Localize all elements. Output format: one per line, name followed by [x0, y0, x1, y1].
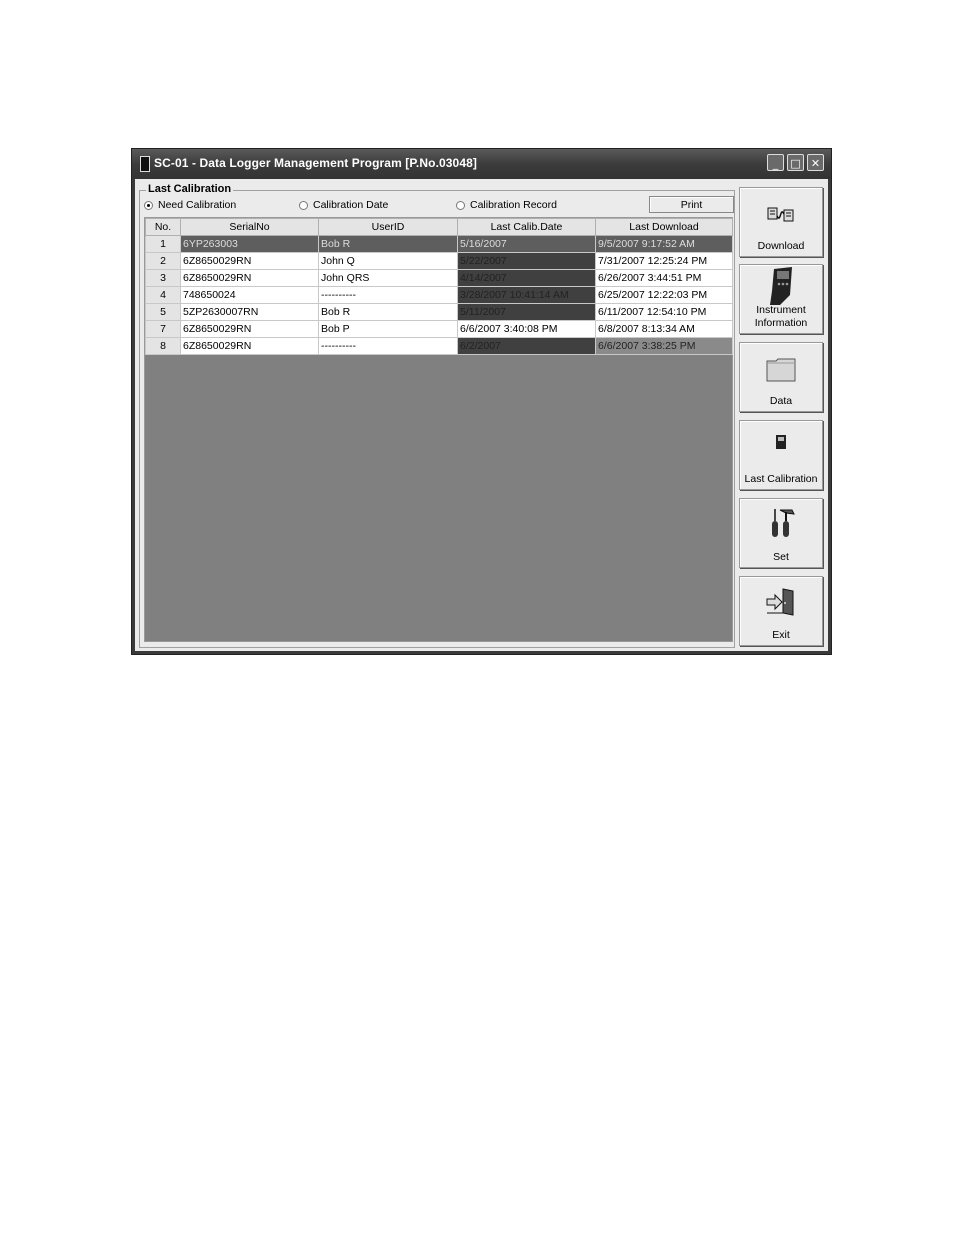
- cell-serial: 6Z8650029RN: [180, 252, 319, 270]
- cell-user: ----------: [318, 286, 458, 304]
- col-header-no[interactable]: No.: [145, 218, 181, 236]
- calibration-table: No. SerialNo UserID Last Calib.Date Last…: [145, 218, 733, 355]
- radio-unselected-icon: [299, 200, 308, 210]
- button-label: Instrument Information: [754, 304, 808, 329]
- cell-last-download: 6/25/2007 12:22:03 PM: [595, 286, 733, 304]
- radio-selected-icon: [144, 200, 153, 210]
- cell-serial: 748650024: [180, 286, 319, 304]
- col-header-serial[interactable]: SerialNo: [180, 218, 319, 236]
- button-label: Download: [757, 240, 805, 252]
- button-label: Exit: [772, 629, 790, 641]
- minimize-button[interactable]: _: [767, 154, 784, 171]
- cell-serial: 6Z8650029RN: [180, 320, 319, 338]
- cell-user: John QRS: [318, 269, 458, 287]
- table-row[interactable]: 7 6Z8650029RN Bob P 6/6/2007 3:40:08 PM …: [145, 320, 733, 338]
- cell-last-download: 6/8/2007 8:13:34 AM: [595, 320, 733, 338]
- print-button[interactable]: Print: [649, 196, 734, 213]
- cell-serial: 5ZP2630007RN: [180, 303, 319, 321]
- cell-calib-date: 5/11/2007: [457, 303, 596, 321]
- cell-user: Bob R: [318, 303, 458, 321]
- button-label: Set: [773, 551, 789, 563]
- window-title: SC-01 - Data Logger Management Program […: [154, 156, 477, 170]
- app-window: SC-01 - Data Logger Management Program […: [131, 148, 832, 655]
- download-button[interactable]: Download: [739, 187, 823, 257]
- button-label: Data: [769, 395, 793, 407]
- calibration-grid[interactable]: No. SerialNo UserID Last Calib.Date Last…: [144, 217, 733, 642]
- col-header-calib-date[interactable]: Last Calib.Date: [457, 218, 596, 236]
- radio-unselected-icon: [456, 200, 465, 210]
- client-area: Last Calibration Need Calibration Calibr…: [135, 179, 828, 651]
- calibration-icon: [740, 429, 822, 455]
- table-row[interactable]: 3 6Z8650029RN John QRS 4/14/2007 6/26/20…: [145, 269, 733, 287]
- cell-last-download: 6/26/2007 3:44:51 PM: [595, 269, 733, 287]
- tools-icon: [740, 507, 822, 539]
- table-row[interactable]: 5 5ZP2630007RN Bob R 5/11/2007 6/11/2007…: [145, 303, 733, 321]
- download-icon: [740, 202, 822, 228]
- data-button[interactable]: Data: [739, 342, 823, 412]
- exit-door-icon: [740, 587, 822, 617]
- cell-user: Bob R: [318, 235, 458, 253]
- cell-no: 7: [145, 320, 181, 338]
- cell-no: 1: [145, 235, 181, 253]
- cell-no: 3: [145, 269, 181, 287]
- app-icon: [140, 156, 150, 172]
- maximize-button[interactable]: □: [787, 154, 804, 171]
- cell-calib-date: 4/14/2007: [457, 269, 596, 287]
- title-bar[interactable]: SC-01 - Data Logger Management Program […: [132, 149, 831, 179]
- folder-icon: [740, 357, 822, 383]
- cell-last-download: 6/11/2007 12:54:10 PM: [595, 303, 733, 321]
- radio-calibration-date[interactable]: Calibration Date: [299, 199, 388, 211]
- radio-need-calibration[interactable]: Need Calibration: [144, 199, 236, 211]
- table-row[interactable]: 2 6Z8650029RN John Q 5/22/2007 7/31/2007…: [145, 252, 733, 270]
- cell-last-download: 7/31/2007 12:25:24 PM: [595, 252, 733, 270]
- cell-no: 4: [145, 286, 181, 304]
- cell-no: 8: [145, 337, 181, 355]
- cell-serial: 6Z8650029RN: [180, 337, 319, 355]
- cell-calib-date: 3/28/2007 10:41:14 AM: [457, 286, 596, 304]
- col-header-user[interactable]: UserID: [318, 218, 458, 236]
- cell-user: Bob P: [318, 320, 458, 338]
- last-calibration-group: Last Calibration Need Calibration Calibr…: [139, 183, 735, 648]
- table-header: No. SerialNo UserID Last Calib.Date Last…: [145, 218, 733, 236]
- cell-last-download: 9/5/2007 9:17:52 AM: [595, 235, 733, 253]
- radio-label: Calibration Date: [313, 199, 389, 211]
- radio-calibration-record[interactable]: Calibration Record: [456, 199, 557, 211]
- instrument-icon: [740, 265, 822, 309]
- cell-user: John Q: [318, 252, 458, 270]
- cell-calib-date: 5/22/2007: [457, 252, 596, 270]
- cell-user: ----------: [318, 337, 458, 355]
- last-calibration-button[interactable]: Last Calibration: [739, 420, 823, 490]
- button-label: Last Calibration: [744, 473, 818, 485]
- cell-calib-date: 6/6/2007 3:40:08 PM: [457, 320, 596, 338]
- cell-serial: 6Z8650029RN: [180, 269, 319, 287]
- set-button[interactable]: Set: [739, 498, 823, 568]
- cell-no: 5: [145, 303, 181, 321]
- cell-calib-date: 5/16/2007: [457, 235, 596, 253]
- group-label: Last Calibration: [146, 183, 234, 195]
- cell-serial: 6YP263003: [180, 235, 319, 253]
- cell-calib-date: 6/2/2007: [457, 337, 596, 355]
- radio-label: Need Calibration: [158, 199, 237, 211]
- instrument-information-button[interactable]: Instrument Information: [739, 264, 823, 334]
- col-header-last-download[interactable]: Last Download: [595, 218, 733, 236]
- table-row[interactable]: 1 6YP263003 Bob R 5/16/2007 9/5/2007 9:1…: [145, 235, 733, 253]
- cell-no: 2: [145, 252, 181, 270]
- radio-label: Calibration Record: [470, 199, 557, 211]
- table-row[interactable]: 4 748650024 ---------- 3/28/2007 10:41:1…: [145, 286, 733, 304]
- close-button[interactable]: ✕: [807, 154, 824, 171]
- table-row[interactable]: 8 6Z8650029RN ---------- 6/2/2007 6/6/20…: [145, 337, 733, 355]
- exit-button[interactable]: Exit: [739, 576, 823, 646]
- cell-last-download: 6/6/2007 3:38:25 PM: [595, 337, 733, 355]
